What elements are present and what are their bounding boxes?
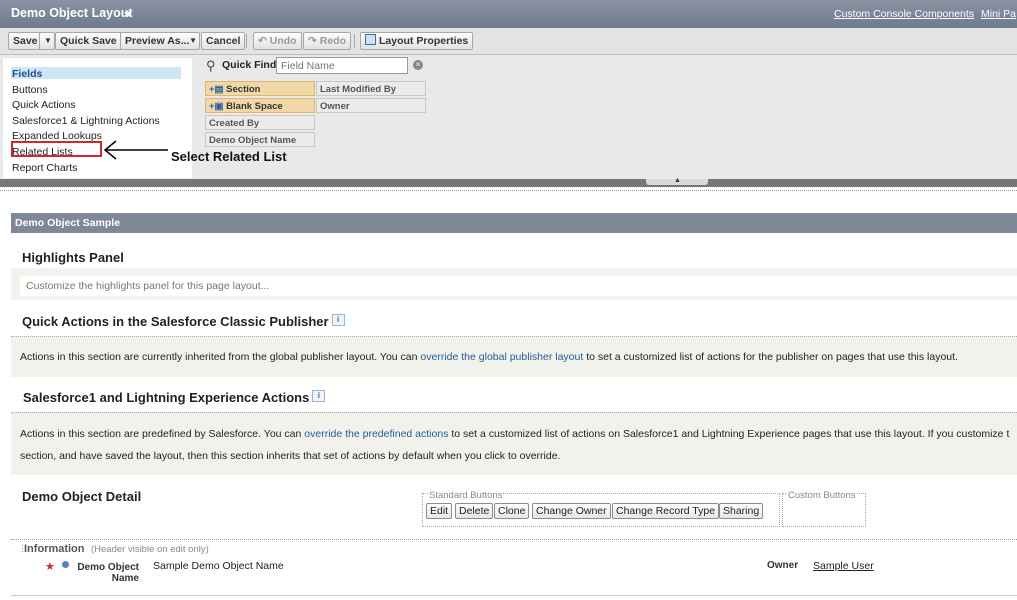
layout-divider: [0, 190, 1017, 191]
blank-space-icon: +▣: [209, 101, 224, 112]
undo-button[interactable]: ↶ Undo: [253, 32, 302, 50]
page-header: Demo Object Layout Custom Console Compon…: [0, 0, 1017, 28]
custom-buttons-label: Custom Buttons: [787, 490, 857, 501]
layout-toolbar: Save ▼ Quick Save Preview As... ▼ Cancel …: [0, 28, 1017, 55]
sharing-button[interactable]: Sharing: [719, 503, 764, 519]
clear-search-icon[interactable]: ×: [413, 60, 423, 70]
category-buttons[interactable]: Buttons: [12, 84, 48, 96]
preview-as-button[interactable]: Preview As... ▼: [120, 32, 200, 50]
category-report-charts[interactable]: Report Charts: [12, 162, 77, 174]
category-fields[interactable]: Fields: [12, 68, 42, 80]
layout-sample-title: Demo Object Sample: [15, 217, 121, 229]
quick-save-button[interactable]: Quick Save: [55, 32, 122, 50]
information-section-title[interactable]: Information: [24, 543, 85, 555]
collapse-arrow-icon: ▲: [674, 177, 681, 184]
redo-button[interactable]: ↷ Redo: [303, 32, 351, 50]
override-predefined-actions-link[interactable]: override the predefined actions: [304, 428, 448, 440]
palette-item-last-modified-by[interactable]: Last Modified By: [316, 81, 426, 96]
palette-items-area: ⚲ Quick Find × +▤ Section Last Modified …: [197, 55, 1017, 181]
required-icon: ★: [45, 561, 55, 573]
change-record-type-button[interactable]: Change Record Type: [612, 503, 720, 519]
demo-object-name-value: Sample Demo Object Name: [153, 560, 284, 572]
highlights-panel-title: Highlights Panel: [22, 250, 124, 265]
palette-item-blank-space[interactable]: +▣ Blank Space: [205, 98, 315, 113]
standard-buttons-label: Standard Buttons: [428, 490, 504, 501]
highlights-panel: Customize the highlights panel for this …: [11, 268, 1017, 300]
information-section-note: (Header visible on edit only): [91, 544, 209, 555]
section-bottom-line: [11, 595, 1017, 596]
highlights-panel-hint: Customize the highlights panel for this …: [26, 280, 270, 292]
layout-properties-button[interactable]: Layout Properties: [360, 32, 474, 50]
quick-find-label: Quick Find: [222, 59, 277, 71]
clone-button[interactable]: Clone: [494, 503, 530, 519]
owner-value-link[interactable]: Sample User: [813, 560, 874, 572]
category-salesforce1-lightning-actions[interactable]: Salesforce1 & Lightning Actions: [12, 115, 160, 127]
info-icon[interactable]: i: [312, 390, 326, 402]
change-owner-button[interactable]: Change Owner: [532, 503, 611, 519]
quick-actions-text: Actions in this section are currently in…: [20, 351, 958, 363]
preview-as-dropdown-icon: ▼: [189, 36, 197, 45]
palette-collapse-handle[interactable]: ▲: [646, 177, 708, 185]
undo-icon: ↶: [258, 35, 267, 47]
redo-icon: ↷: [308, 35, 317, 47]
palette-item-section[interactable]: +▤ Section: [205, 81, 315, 96]
detail-section-title: Demo Object Detail: [22, 489, 142, 504]
page-title[interactable]: Demo Object Layout: [11, 6, 133, 20]
palette-bottom-bar: [0, 179, 1017, 187]
custom-console-components-link[interactable]: Custom Console Components: [834, 8, 974, 20]
annotation-label: Select Related List: [171, 149, 287, 164]
toolbar-divider: [354, 34, 355, 48]
info-icon[interactable]: i: [331, 314, 345, 326]
cancel-button[interactable]: Cancel: [201, 32, 246, 50]
field-status-icon: [62, 561, 69, 568]
category-quick-actions[interactable]: Quick Actions: [12, 99, 76, 111]
palette: Fields Buttons Quick Actions Salesforce1…: [0, 55, 1017, 181]
delete-button[interactable]: Delete: [455, 503, 494, 519]
override-global-publisher-link[interactable]: override the global publisher layout: [420, 351, 583, 363]
s1-actions-title: Salesforce1 and Lightning Experience Act…: [23, 390, 326, 405]
save-dropdown-icon[interactable]: ▼: [39, 32, 55, 50]
section-divider: [11, 539, 1017, 540]
annotation-box: [11, 141, 102, 157]
highlights-panel-box[interactable]: Customize the highlights panel for this …: [20, 276, 1017, 296]
search-icon: ⚲: [206, 58, 216, 73]
s1-actions-text-line2: section, and have saved the layout, then…: [20, 450, 561, 462]
quick-actions-title: Quick Actions in the Salesforce Classic …: [22, 314, 345, 329]
annotation-arrow-icon: [103, 140, 168, 160]
s1-actions-text: Actions in this section are predefined b…: [20, 428, 1010, 440]
layout-properties-icon: [365, 34, 376, 45]
palette-item-demo-object-name[interactable]: Demo Object Name: [205, 132, 315, 147]
demo-object-name-label[interactable]: Demo Object Name: [70, 562, 139, 584]
owner-label[interactable]: Owner: [767, 560, 798, 571]
layout-sample-header: Demo Object Sample: [11, 213, 1017, 233]
toolbar-divider: [246, 34, 247, 48]
palette-item-owner[interactable]: Owner: [316, 98, 426, 113]
title-dropdown-icon[interactable]: [124, 12, 132, 17]
s1-actions-section: Actions in this section are predefined b…: [11, 412, 1017, 475]
palette-item-created-by[interactable]: Created By: [205, 115, 315, 130]
section-icon: +▤: [209, 84, 224, 95]
quick-actions-section: Actions in this section are currently in…: [11, 336, 1017, 377]
quick-find-input[interactable]: [276, 57, 408, 74]
mini-page-layout-link[interactable]: Mini Pa: [981, 8, 1016, 20]
edit-button[interactable]: Edit: [426, 503, 453, 519]
